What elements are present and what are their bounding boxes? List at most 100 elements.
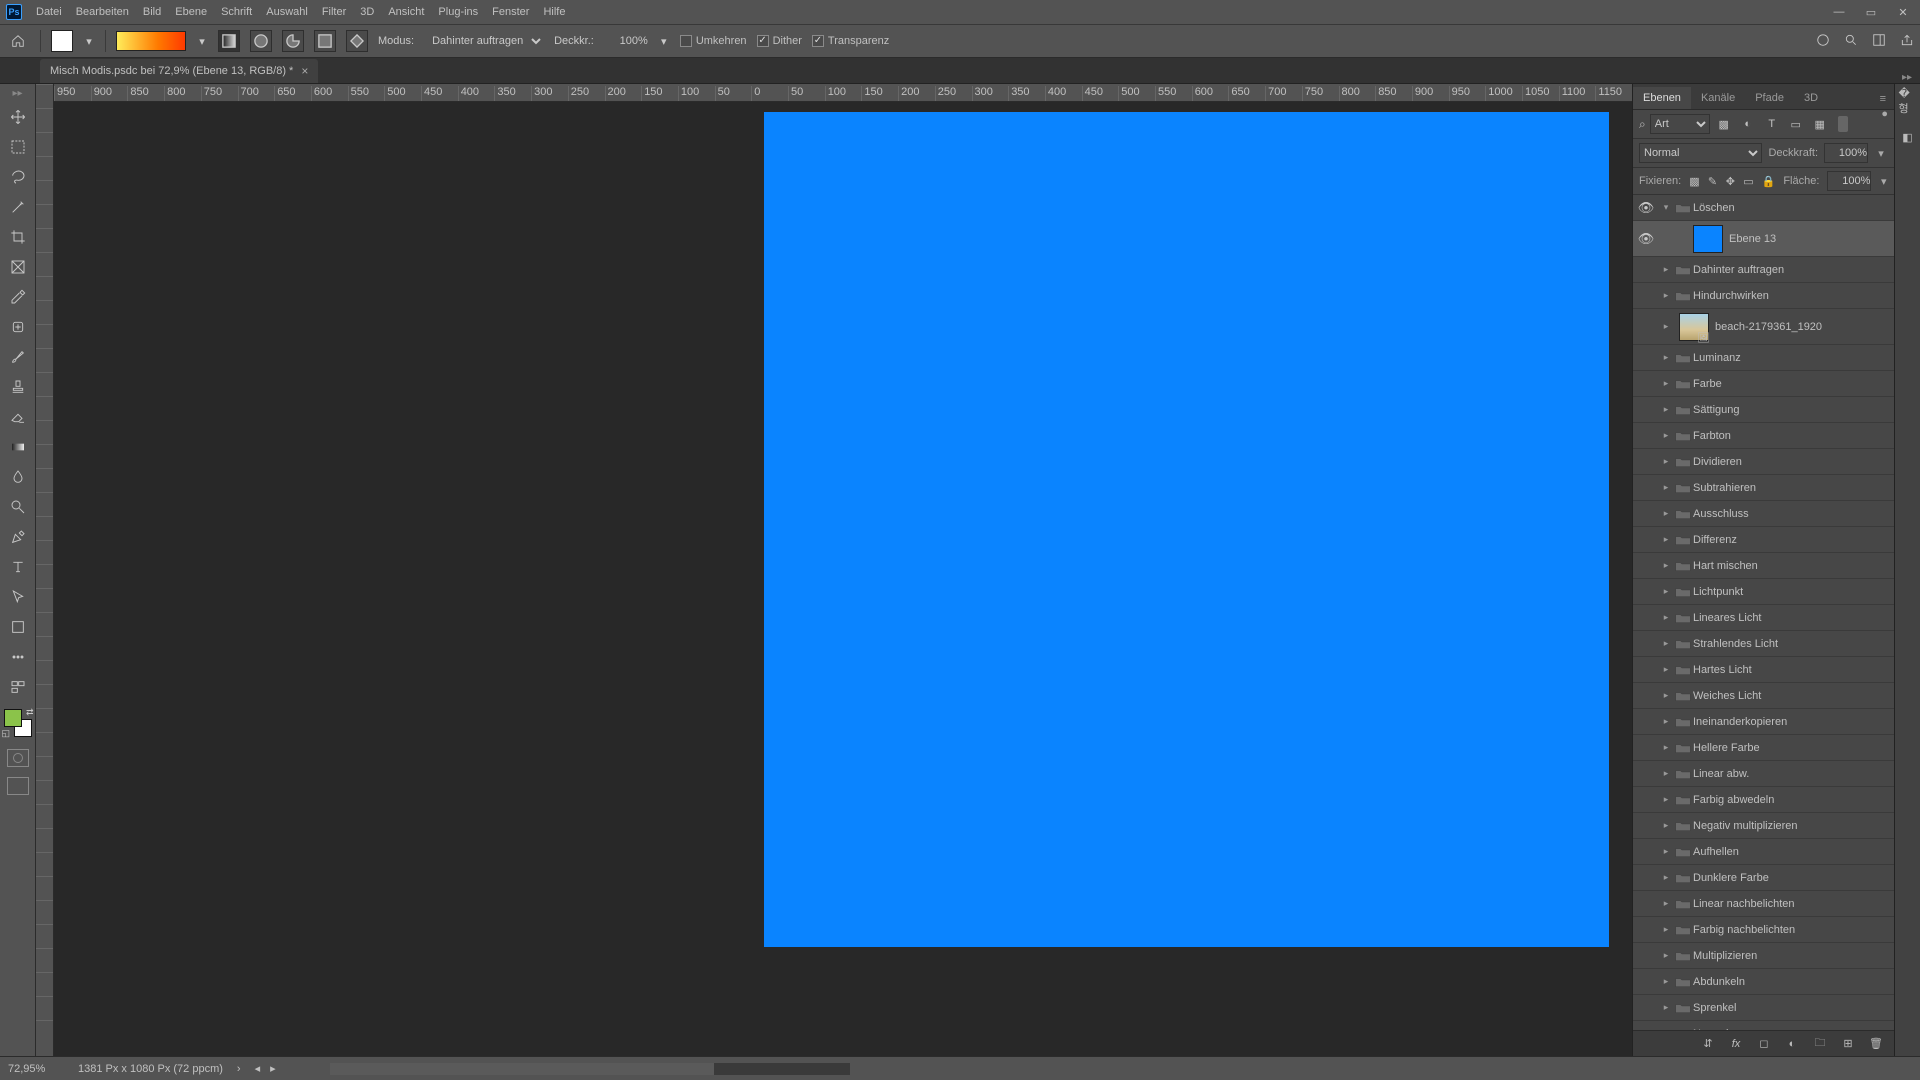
new-layer-icon[interactable]: ⊞ [1840, 1037, 1856, 1050]
expand-icon[interactable]: ▸ [1659, 586, 1673, 597]
layer-group-row[interactable]: ▸ Farbig abwedeln [1633, 787, 1894, 813]
wand-tool[interactable] [5, 195, 31, 219]
expand-icon[interactable]: ▸ [1659, 321, 1673, 332]
gradient-diamond-icon[interactable] [346, 30, 368, 52]
lock-pixels-icon[interactable]: ▩ [1689, 175, 1699, 188]
menu-fenster[interactable]: Fenster [492, 6, 529, 18]
modus-select[interactable]: Dahinter auftragen [424, 32, 544, 50]
layer-name[interactable]: Farbig nachbelichten [1693, 924, 1894, 936]
expand-icon[interactable]: ▸ [1659, 638, 1673, 649]
layer-group-row[interactable]: ▸Farbton [1633, 423, 1894, 449]
screenmode-button[interactable] [7, 777, 29, 795]
layer-group-row[interactable]: ▸ Farbig nachbelichten [1633, 917, 1894, 943]
expand-icon[interactable]: ▸ [1659, 716, 1673, 727]
swap-colors-icon[interactable]: ⇄ [26, 707, 34, 718]
opacity-chevron-icon[interactable]: ▾ [1874, 147, 1888, 160]
layer-name[interactable]: Farbton [1693, 430, 1894, 442]
expand-icon[interactable]: ▸ [1659, 612, 1673, 623]
more-tools-icon[interactable] [5, 645, 31, 669]
cloud-docs-icon[interactable] [1816, 33, 1830, 50]
layer-name[interactable]: Farbig abwedeln [1693, 794, 1894, 806]
layer-name[interactable]: Negativ multiplizieren [1693, 820, 1894, 832]
layer-group-row[interactable]: ▸ Negativ multiplizieren [1633, 813, 1894, 839]
properties-panel-icon[interactable]: ◧ [1899, 128, 1917, 146]
layer-group-row[interactable]: ▸beach-2179361_1920 [1633, 309, 1894, 345]
close-icon[interactable]: ✕ [1896, 6, 1910, 19]
workspace-icon[interactable] [1872, 33, 1886, 50]
tab-pfade[interactable]: Pfade [1745, 87, 1794, 109]
type-tool[interactable] [5, 555, 31, 579]
layer-group-row[interactable]: ▸Subtrahieren [1633, 475, 1894, 501]
gradient-linear-icon[interactable] [218, 30, 240, 52]
expand-icon[interactable]: ▸ [1659, 924, 1673, 935]
prev-frame-icon[interactable]: ◂ [255, 1062, 261, 1075]
layer-group-row[interactable]: ▸Luminanz [1633, 345, 1894, 371]
color-panel-icon[interactable]: �형 [1899, 92, 1917, 110]
search-icon[interactable] [1844, 33, 1858, 50]
filter-type-select[interactable]: Art [1650, 114, 1710, 134]
expand-icon[interactable]: ▸ [1659, 950, 1673, 961]
layer-name[interactable]: Linear abw. [1693, 768, 1894, 780]
maximize-icon[interactable]: ▭ [1864, 6, 1878, 19]
tab-3d[interactable]: 3D [1794, 87, 1828, 109]
close-tab-icon[interactable]: × [301, 64, 308, 78]
expand-icon[interactable]: ▸ [1659, 352, 1673, 363]
layer-group-row[interactable]: ▸Hartes Licht [1633, 657, 1894, 683]
menu-schrift[interactable]: Schrift [221, 6, 252, 18]
expand-icon[interactable]: ▸ [1659, 560, 1673, 571]
brush-tool[interactable] [5, 345, 31, 369]
layer-group-row[interactable]: ▸Weiches Licht [1633, 683, 1894, 709]
layer-group-row[interactable]: ▸Hellere Farbe [1633, 735, 1894, 761]
visibility-icon[interactable]: 👁 [1633, 200, 1659, 216]
gradient-reflected-icon[interactable] [314, 30, 336, 52]
layer-thumbnail[interactable] [1679, 313, 1709, 341]
expand-icon[interactable]: ▸ [1659, 820, 1673, 831]
deckkr-input[interactable] [604, 35, 648, 47]
layer-name[interactable]: Ausschluss [1693, 508, 1894, 520]
layer-name[interactable]: Hindurchwirken [1693, 290, 1894, 302]
dodge-tool[interactable] [5, 495, 31, 519]
canvas-stage[interactable] [54, 102, 1632, 1056]
layer-name[interactable]: Aufhellen [1693, 846, 1894, 858]
expand-icon[interactable]: ▸ [1659, 846, 1673, 857]
layer-group-row[interactable]: ▸ Aufhellen [1633, 839, 1894, 865]
menu-plugins[interactable]: Plug-ins [438, 6, 478, 18]
lock-all-icon[interactable]: 🔒 [1762, 175, 1776, 188]
expand-icon[interactable]: ▸ [1659, 378, 1673, 389]
layer-name[interactable]: Hartes Licht [1693, 664, 1894, 676]
expand-icon[interactable]: ▸ [1659, 794, 1673, 805]
layer-name[interactable]: Farbe [1693, 378, 1894, 390]
eyedropper-tool[interactable] [5, 285, 31, 309]
layer-row-selected[interactable]: 👁 Ebene 13 [1633, 221, 1894, 257]
menu-auswahl[interactable]: Auswahl [266, 6, 308, 18]
filter-toggle[interactable] [1838, 116, 1848, 132]
layer-name[interactable]: Abdunkeln [1693, 976, 1894, 988]
tab-kanale[interactable]: Kanäle [1691, 87, 1745, 109]
layer-name[interactable]: Linear nachbelichten [1693, 898, 1894, 910]
gradient-radial-icon[interactable] [250, 30, 272, 52]
menu-ansicht[interactable]: Ansicht [388, 6, 424, 18]
move-tool[interactable] [5, 105, 31, 129]
expand-icon[interactable]: ▸ [1659, 482, 1673, 493]
layer-group-row[interactable]: ▸Lineares Licht [1633, 605, 1894, 631]
layer-group-row[interactable]: ▸Hart mischen [1633, 553, 1894, 579]
blend-mode-select[interactable]: Normal [1639, 143, 1762, 163]
menu-datei[interactable]: Datei [36, 6, 62, 18]
expand-icon[interactable]: ▸ [1659, 456, 1673, 467]
expand-icon[interactable]: ▸ [1659, 1002, 1673, 1013]
new-group-icon[interactable]: 🗀 [1812, 1034, 1828, 1053]
layer-mask-icon[interactable]: ◻ [1756, 1037, 1772, 1050]
zoom-level[interactable]: 72,95% [8, 1063, 64, 1075]
frame-tool[interactable] [5, 255, 31, 279]
minimize-icon[interactable]: — [1832, 6, 1846, 19]
gradient-preview[interactable] [116, 31, 186, 51]
expand-icon[interactable]: ▸ [1659, 872, 1673, 883]
blur-tool[interactable] [5, 465, 31, 489]
tab-ebenen[interactable]: Ebenen [1633, 87, 1691, 109]
toolbox-expand-icon[interactable]: ▸▸ [12, 88, 22, 99]
layer-name[interactable]: Dunklere Farbe [1693, 872, 1894, 884]
panel-flyout-icon[interactable]: ≡ [1872, 89, 1894, 109]
layer-group-row[interactable]: ▸ Farbe [1633, 371, 1894, 397]
horizontal-scrollbar[interactable] [330, 1063, 850, 1075]
artboard[interactable] [764, 112, 1609, 947]
